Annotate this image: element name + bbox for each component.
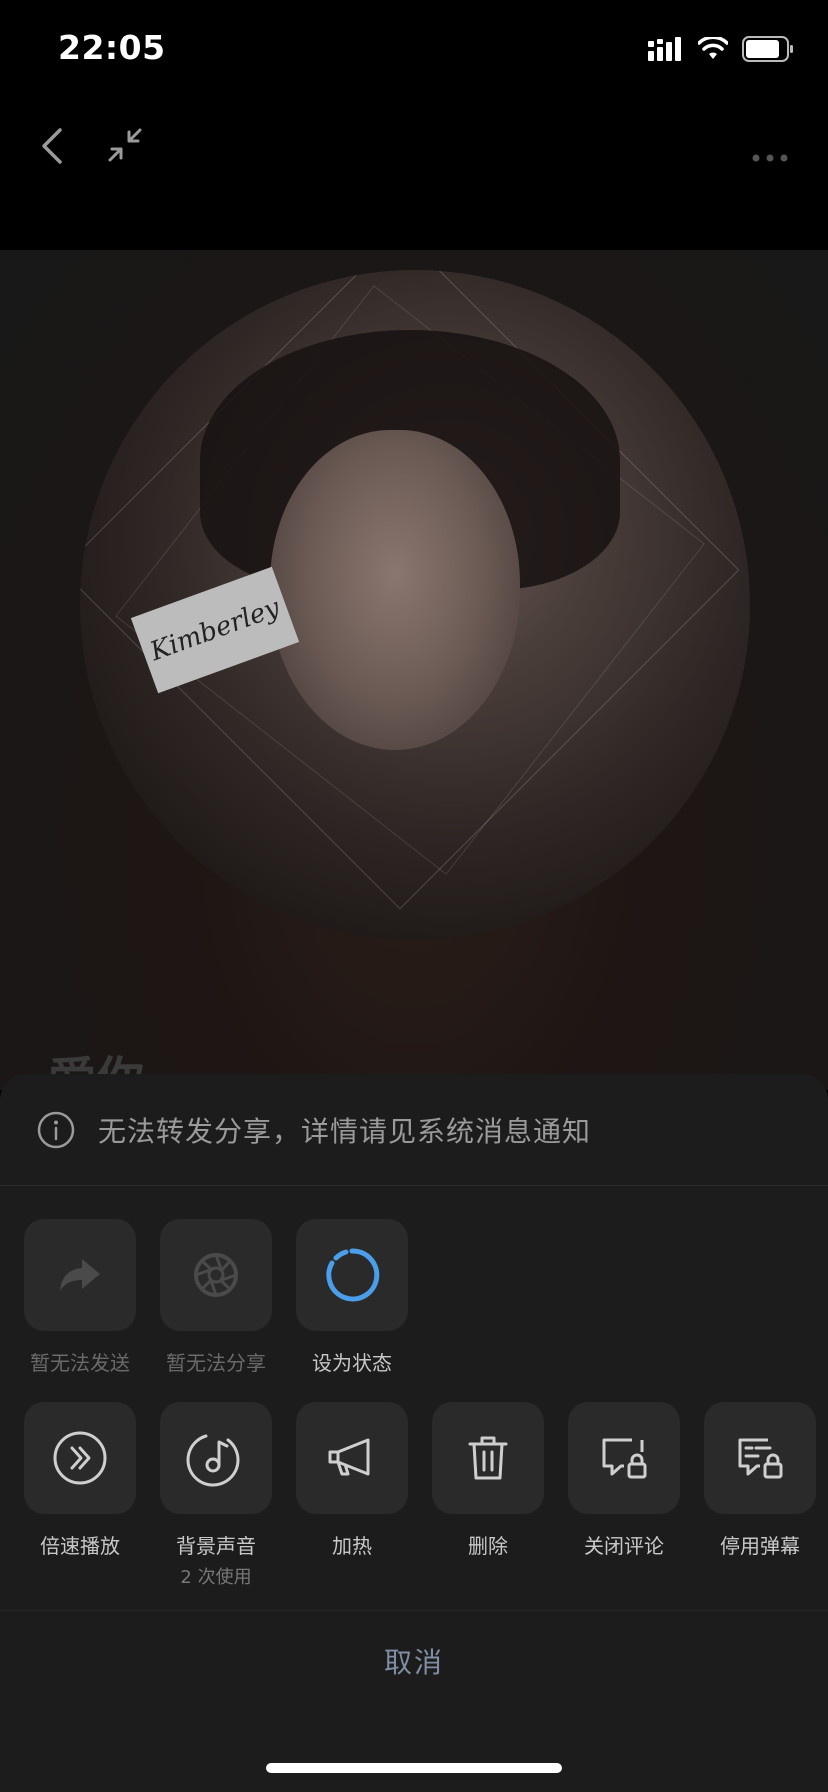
manage-actions-row: 倍速播放 背景声音 2 次使用 加热 删除 关闭评论 停用弹幕	[24, 1402, 816, 1589]
media-area: Kimberley 爱你	[0, 250, 828, 1108]
battery-icon	[742, 36, 793, 62]
notice-bar: 无法转发分享，详情请见系统消息通知	[0, 1074, 828, 1186]
background-sound-tile[interactable]	[160, 1402, 272, 1514]
delete-label: 删除	[468, 1534, 508, 1558]
share-label: 暂无法分享	[166, 1351, 266, 1375]
close-comments-tile[interactable]	[568, 1402, 680, 1514]
shutter-icon	[194, 1253, 238, 1297]
background-sound-label: 背景声音	[176, 1534, 256, 1558]
status-bar: 22:05	[0, 0, 828, 100]
notice-text: 无法转发分享，详情请见系统消息通知	[98, 1114, 592, 1148]
promote-action[interactable]: 加热	[296, 1402, 408, 1589]
speed-play-tile[interactable]	[24, 1402, 136, 1514]
top-nav	[0, 100, 828, 250]
close-comments-action[interactable]: 关闭评论	[568, 1402, 680, 1589]
close-comments-label: 关闭评论	[584, 1534, 664, 1558]
home-indicator[interactable]	[266, 1763, 562, 1773]
promote-label: 加热	[332, 1534, 372, 1558]
wifi-icon	[698, 37, 728, 59]
send-tile[interactable]	[24, 1219, 136, 1331]
comment-lock-icon	[602, 1438, 647, 1479]
shrink-button[interactable]	[98, 118, 154, 174]
send-label: 暂无法发送	[30, 1351, 130, 1375]
set-status-tile[interactable]	[296, 1219, 408, 1331]
delete-action[interactable]: 删除	[432, 1402, 544, 1589]
cover-face-shape	[270, 430, 520, 750]
megaphone-icon	[328, 1438, 370, 1476]
background-sound-usage: 2 次使用	[180, 1567, 252, 1588]
cover-image: Kimberley	[80, 270, 750, 940]
send-action[interactable]: 暂无法发送	[24, 1219, 136, 1376]
trash-icon	[468, 1436, 508, 1480]
danmaku-lock-icon	[738, 1438, 783, 1479]
set-status-action[interactable]: 设为状态	[296, 1219, 408, 1376]
shrink-arrows-icon	[108, 128, 142, 162]
more-dots-icon	[752, 154, 788, 162]
music-note-icon	[186, 1434, 240, 1487]
speed-play-action[interactable]: 倍速播放	[24, 1402, 136, 1589]
forward-arrow-icon	[60, 1259, 100, 1291]
speed-play-label: 倍速播放	[40, 1534, 120, 1558]
signal-icon	[648, 37, 681, 61]
set-status-label: 设为状态	[312, 1351, 392, 1375]
background-sound-action[interactable]: 背景声音 2 次使用	[160, 1402, 272, 1589]
fast-forward-icon	[53, 1431, 107, 1485]
delete-tile[interactable]	[432, 1402, 544, 1514]
disable-danmaku-tile[interactable]	[704, 1402, 816, 1514]
disable-danmaku-label: 停用弹幕	[720, 1534, 800, 1558]
status-icons	[648, 36, 794, 62]
share-tile[interactable]	[160, 1219, 272, 1331]
action-sheet: 无法转发分享，详情请见系统消息通知 暂无法发送 暂无法分享 设为状态 倍速播放 …	[0, 1074, 828, 1792]
back-button[interactable]	[26, 118, 82, 174]
status-ring-icon	[326, 1248, 380, 1302]
more-button[interactable]	[742, 118, 798, 174]
share-action[interactable]: 暂无法分享	[160, 1219, 272, 1376]
info-icon	[37, 1111, 75, 1148]
share-actions-row: 暂无法发送 暂无法分享 设为状态	[24, 1219, 408, 1376]
promote-tile[interactable]	[296, 1402, 408, 1514]
status-time: 22:05	[58, 28, 166, 67]
disable-danmaku-action[interactable]: 停用弹幕	[704, 1402, 816, 1589]
cancel-button[interactable]: 取消	[0, 1611, 828, 1711]
back-chevron-icon	[42, 128, 62, 164]
